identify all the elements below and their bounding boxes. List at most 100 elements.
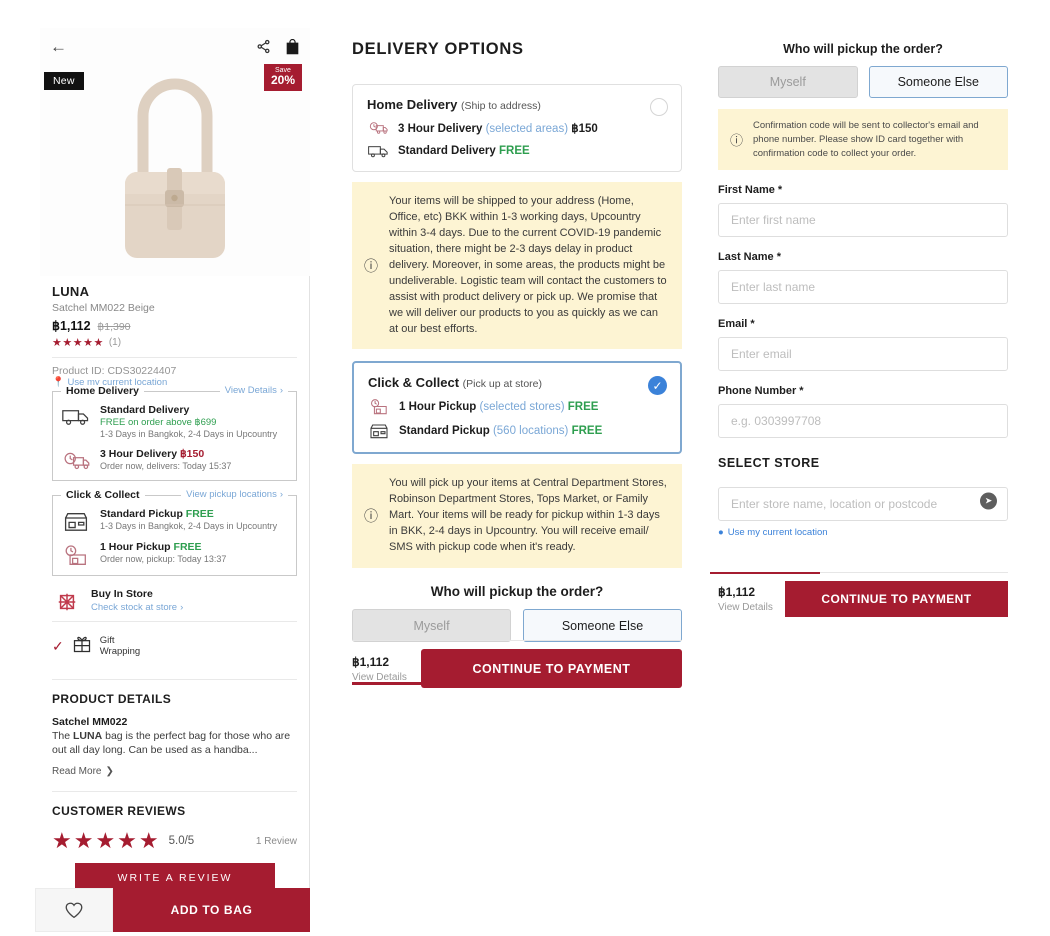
buy-in-store-row[interactable]: Buy In Store Check stock at store › xyxy=(40,576,309,613)
phone-number-input[interactable] xyxy=(718,404,1008,439)
middle-pickup-question: Who will pickup the order? xyxy=(430,584,604,600)
truck-icon xyxy=(61,404,91,426)
middle-seg-myself[interactable]: Myself xyxy=(352,609,511,643)
click-collect-option-label: Standard Pickup (560 locations) FREE xyxy=(399,425,602,437)
option-amount: ฿150 xyxy=(179,448,205,460)
middle-seg-someone-else[interactable]: Someone Else xyxy=(523,609,682,643)
right-price-block: ฿1,112 View Details xyxy=(718,585,773,613)
option-muted: (560 locations) xyxy=(492,425,569,438)
view-details-link[interactable]: View Details › xyxy=(219,385,288,396)
share-icon[interactable] xyxy=(256,39,271,54)
field-group-email: Email * xyxy=(718,318,1008,372)
phone-number-label: Phone Number * xyxy=(718,385,804,398)
delivery-options-heading: DELIVERY OPTIONS xyxy=(352,40,524,58)
add-to-bag-button[interactable]: ADD TO BAG xyxy=(113,888,310,932)
badge-new: New xyxy=(44,72,84,90)
gift-wrapping-row[interactable]: ✓ Gift Wrapping xyxy=(40,622,309,671)
product-model: Satchel MM022 xyxy=(52,716,128,728)
product-details-heading: PRODUCT DETAILS xyxy=(52,692,172,706)
right-use-current-location-label: Use my current location xyxy=(727,527,828,539)
option-free-note: FREE on order above ฿699 xyxy=(100,417,217,428)
home-delivery-card[interactable]: Home Delivery (Ship to address) 3 Hour D… xyxy=(352,84,682,172)
option-free: FREE xyxy=(185,508,214,520)
click-collect-fieldset: Click & Collect View pickup locations › … xyxy=(52,489,297,576)
store-search-submit-icon[interactable]: ➤ xyxy=(980,492,997,510)
middle-view-details-link[interactable]: View Details xyxy=(352,672,407,683)
info-icon: ⓘ xyxy=(364,508,378,525)
option-title-text: 1 Hour Pickup xyxy=(100,541,171,553)
option-label: Standard Delivery xyxy=(398,145,496,157)
first-name-input[interactable] xyxy=(718,203,1008,238)
truck-icon xyxy=(367,144,389,158)
home-delivery-radio[interactable] xyxy=(650,98,668,116)
review-count: 1 Review xyxy=(255,835,297,847)
badge-save-percent: 20% xyxy=(270,73,295,88)
right-pickup-question: Who will pickup the order? xyxy=(783,42,943,56)
home-delivery-legend: Home Delivery xyxy=(61,385,144,397)
option-3-hour-delivery[interactable]: 3 Hour Delivery ฿150 Order now, delivers… xyxy=(61,448,288,471)
option-1-hour-pickup[interactable]: 1 Hour Pickup FREE Order now, pickup: To… xyxy=(61,541,288,566)
home-delivery-note-text: Your items will be shipped to your addre… xyxy=(389,195,667,335)
location-pin-icon: ● xyxy=(718,527,724,539)
click-collect-row-0: 1 Hour Pickup (selected stores) FREE xyxy=(368,398,666,415)
back-arrow-icon[interactable]: ← xyxy=(50,38,67,55)
click-collect-legend: Click & Collect xyxy=(61,489,145,501)
shopping-bag-icon[interactable] xyxy=(285,38,300,55)
right-continue-to-payment-button[interactable]: CONTINUE TO PAYMENT xyxy=(784,581,1008,617)
home-delivery-option-label: 3 Hour Delivery (selected areas) ฿150 xyxy=(398,121,598,135)
click-collect-radio-selected[interactable]: ✓ xyxy=(648,376,667,396)
divider xyxy=(352,640,682,641)
product-price-row: ฿1,112 ฿1,390 xyxy=(52,318,297,333)
option-title: Standard Pickup FREE xyxy=(100,508,277,520)
product-id: Product ID: CDS30224407 xyxy=(52,365,177,377)
select-store-field: ➤ xyxy=(718,480,1008,522)
product-price: ฿1,112 xyxy=(52,319,91,333)
option-title: 1 Hour Pickup FREE xyxy=(100,541,226,553)
option-title: Standard Delivery xyxy=(100,404,190,416)
option-standard-pickup[interactable]: Standard Pickup FREE 1-3 Days in Bangkok… xyxy=(61,508,288,532)
rating-stars: ★★★★★ xyxy=(52,337,104,349)
home-delivery-title: Home Delivery (Ship to address) xyxy=(367,97,667,112)
right-confirmation-note-text: Confirmation code will be sent to collec… xyxy=(753,120,979,159)
info-icon: ⓘ xyxy=(364,257,378,274)
field-group-first-name: First Name * xyxy=(718,184,1008,238)
middle-price-block: ฿1,112 View Details xyxy=(352,655,407,683)
check-icon: ✓ xyxy=(52,638,64,654)
click-collect-option-label: 1 Hour Pickup (selected stores) FREE xyxy=(399,401,598,413)
home-delivery-title-text: Home Delivery xyxy=(367,97,458,112)
click-collect-title-text: Click & Collect xyxy=(368,375,460,391)
select-store-heading: SELECT STORE xyxy=(718,456,820,471)
option-detail: 1-3 Days in Bangkok, 2-4 Days in Upcount… xyxy=(100,429,278,439)
read-more-link[interactable]: Read More ❯ xyxy=(40,757,309,777)
middle-pickup-segment: Myself Someone Else xyxy=(352,609,682,643)
view-pickup-locations-link[interactable]: View pickup locations › xyxy=(181,489,288,500)
rating-count: (1) xyxy=(108,337,122,348)
right-use-current-location-link[interactable]: ● Use my current location xyxy=(718,527,1008,538)
customer-reviews-heading: CUSTOMER REVIEWS xyxy=(52,804,186,819)
click-collect-card[interactable]: ✓ Click & Collect (Pick up at store) 1 H… xyxy=(352,361,682,455)
click-collect-row-1: Standard Pickup (560 locations) FREE xyxy=(368,423,666,439)
hero-right-icons xyxy=(256,38,300,55)
favorite-button[interactable] xyxy=(35,888,113,932)
last-name-input[interactable] xyxy=(718,270,1008,305)
check-stock-label: Check stock at store xyxy=(91,602,178,613)
product-bottom-bar: ADD TO BAG xyxy=(35,888,310,932)
option-value: ฿150 xyxy=(571,123,598,135)
option-standard-delivery[interactable]: Standard Delivery FREE on order above ฿6… xyxy=(61,404,288,439)
check-stock-link[interactable]: Check stock at store › xyxy=(91,602,183,613)
store-search-input[interactable] xyxy=(718,487,1008,522)
buy-in-store-icon xyxy=(52,588,82,613)
review-score: 5.0/5 xyxy=(168,835,195,848)
home-delivery-note: ⓘ Your items will be shipped to your add… xyxy=(352,182,682,350)
product-description: The LUNA bag is the perfect bag for thos… xyxy=(40,728,309,757)
right-view-details-link[interactable]: View Details xyxy=(718,602,773,613)
store-icon xyxy=(61,508,91,532)
desc-bold: LUNA xyxy=(73,730,103,742)
option-muted: (selected stores) xyxy=(479,400,565,413)
right-total-price: ฿1,112 xyxy=(718,585,756,599)
right-seg-someone-else[interactable]: Someone Else xyxy=(868,66,1008,98)
right-seg-myself[interactable]: Myself xyxy=(718,66,858,98)
click-collect-subtitle: (Pick up at store) xyxy=(462,378,543,391)
option-label: 3 Hour Delivery xyxy=(398,123,483,135)
email-input[interactable] xyxy=(718,337,1008,372)
